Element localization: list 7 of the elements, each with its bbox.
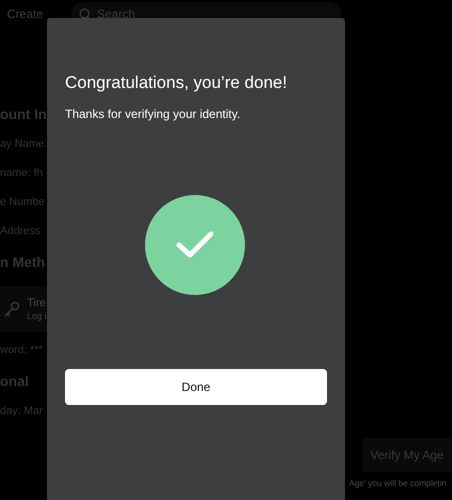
verify-note: Age' you will be completin [348,478,448,488]
method-title: Tire [27,297,47,309]
done-button[interactable]: Done [65,369,327,405]
create-link[interactable]: Create [7,7,44,21]
key-icon [3,300,21,318]
dialog-message: Thanks for verifying your identity. [65,107,242,121]
dialog-title: Congratulations, you’re done! [65,73,288,93]
